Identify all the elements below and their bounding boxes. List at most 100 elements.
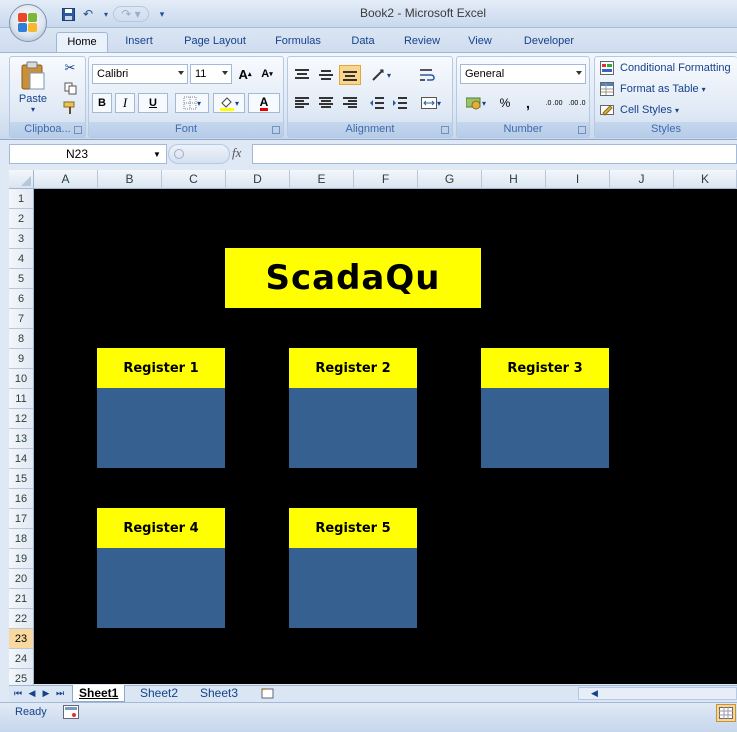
shrink-font-button[interactable]: A ▾: [257, 65, 277, 83]
insert-sheet-button[interactable]: [257, 686, 277, 700]
alignment-launcher-icon[interactable]: [441, 126, 449, 134]
grow-font-button[interactable]: A ▴: [235, 65, 255, 83]
column-header-h[interactable]: H: [482, 170, 546, 189]
fill-color-button[interactable]: ▾: [213, 93, 245, 113]
font-launcher-icon[interactable]: [272, 126, 280, 134]
register-1-panel[interactable]: Register 1: [97, 348, 225, 468]
register-3-body[interactable]: [481, 388, 609, 468]
row-header-1[interactable]: 1: [9, 189, 34, 209]
align-left-icon[interactable]: [291, 93, 313, 113]
first-sheet-icon[interactable]: ⏮: [12, 686, 24, 700]
save-icon[interactable]: [60, 6, 76, 22]
name-box[interactable]: N23: [9, 144, 167, 164]
select-all-button[interactable]: [9, 170, 34, 189]
tab-home[interactable]: Home: [56, 32, 108, 52]
font-size-select[interactable]: 11: [190, 64, 232, 84]
row-header-21[interactable]: 21: [9, 589, 34, 609]
row-header-8[interactable]: 8: [9, 329, 34, 349]
horizontal-scrollbar[interactable]: ◀: [578, 687, 737, 700]
copy-icon[interactable]: [60, 79, 80, 97]
merge-center-icon[interactable]: ▾: [416, 93, 446, 113]
tab-developer[interactable]: Developer: [516, 32, 582, 52]
last-sheet-icon[interactable]: ⏭: [54, 686, 66, 700]
font-name-select[interactable]: Calibri: [92, 64, 188, 84]
sheet-tab-sheet3[interactable]: Sheet3: [194, 685, 244, 702]
register-5-panel[interactable]: Register 5: [289, 508, 417, 628]
row-header-17[interactable]: 17: [9, 509, 34, 529]
format-painter-icon[interactable]: [60, 99, 80, 117]
borders-button[interactable]: ▾: [175, 93, 209, 113]
tab-view[interactable]: View: [462, 32, 498, 52]
wrap-text-icon[interactable]: [416, 65, 438, 85]
column-header-d[interactable]: D: [226, 170, 290, 189]
orientation-icon[interactable]: ▾: [366, 65, 396, 85]
cut-icon[interactable]: ✂: [60, 59, 80, 77]
column-header-j[interactable]: J: [610, 170, 674, 189]
number-format-select[interactable]: General: [460, 64, 586, 84]
align-middle-icon[interactable]: [315, 65, 337, 85]
align-top-icon[interactable]: [291, 65, 313, 85]
column-header-k[interactable]: K: [674, 170, 737, 189]
bold-button[interactable]: B: [92, 93, 112, 113]
row-header-11[interactable]: 11: [9, 389, 34, 409]
tab-insert[interactable]: Insert: [118, 32, 160, 52]
row-header-14[interactable]: 14: [9, 449, 34, 469]
font-color-button[interactable]: A: [248, 93, 280, 113]
row-header-18[interactable]: 18: [9, 529, 34, 549]
redo-icon[interactable]: ↷ ▾: [113, 6, 149, 22]
row-header-7[interactable]: 7: [9, 309, 34, 329]
cell-styles-button[interactable]: Cell Styles ▾: [599, 101, 709, 119]
format-as-table-button[interactable]: Format as Table ▾: [599, 80, 729, 98]
row-header-19[interactable]: 19: [9, 549, 34, 569]
insert-function-button[interactable]: fx: [232, 145, 252, 163]
number-launcher-icon[interactable]: [578, 126, 586, 134]
row-header-6[interactable]: 6: [9, 289, 34, 309]
customize-quick-access-icon[interactable]: ▾: [154, 6, 170, 22]
column-header-b[interactable]: B: [98, 170, 162, 189]
register-1-body[interactable]: [97, 388, 225, 468]
row-header-3[interactable]: 3: [9, 229, 34, 249]
name-box-dropdown-icon[interactable]: ▼: [153, 150, 161, 159]
normal-view-icon[interactable]: [716, 704, 736, 722]
row-header-13[interactable]: 13: [9, 429, 34, 449]
italic-button[interactable]: I: [115, 93, 135, 113]
register-3-panel[interactable]: Register 3: [481, 348, 609, 468]
formula-input[interactable]: [252, 144, 737, 164]
row-header-20[interactable]: 20: [9, 569, 34, 589]
align-right-icon[interactable]: [339, 93, 361, 113]
align-center-icon[interactable]: [315, 93, 337, 113]
tab-page-layout[interactable]: Page Layout: [178, 32, 252, 52]
align-bottom-icon[interactable]: [339, 65, 361, 85]
row-header-23[interactable]: 23: [9, 629, 34, 649]
sheet-tab-sheet2[interactable]: Sheet2: [134, 685, 184, 702]
scroll-left-icon[interactable]: ◀: [591, 688, 598, 699]
increase-decimal-button[interactable]: .0 .00: [543, 93, 565, 113]
undo-icon[interactable]: ↶: [80, 6, 96, 22]
register-5-body[interactable]: [289, 548, 417, 628]
sheet-tab-sheet1[interactable]: Sheet1: [72, 685, 126, 702]
column-header-a[interactable]: A: [34, 170, 98, 189]
percent-style-button[interactable]: %: [495, 93, 515, 113]
register-4-body[interactable]: [97, 548, 225, 628]
tab-review[interactable]: Review: [398, 32, 446, 52]
row-header-12[interactable]: 12: [9, 409, 34, 429]
row-header-22[interactable]: 22: [9, 609, 34, 629]
row-header-5[interactable]: 5: [9, 269, 34, 289]
underline-button[interactable]: U: [138, 93, 168, 113]
prev-sheet-icon[interactable]: ◀: [26, 686, 38, 700]
row-header-16[interactable]: 16: [9, 489, 34, 509]
tab-data[interactable]: Data: [344, 32, 382, 52]
column-header-i[interactable]: I: [546, 170, 610, 189]
column-header-e[interactable]: E: [290, 170, 354, 189]
macro-record-icon[interactable]: [63, 705, 79, 719]
clipboard-launcher-icon[interactable]: [74, 126, 82, 134]
office-button[interactable]: [9, 4, 47, 42]
row-header-2[interactable]: 2: [9, 209, 34, 229]
increase-indent-icon[interactable]: [389, 93, 411, 113]
register-2-panel[interactable]: Register 2: [289, 348, 417, 468]
column-header-g[interactable]: G: [418, 170, 482, 189]
register-2-body[interactable]: [289, 388, 417, 468]
register-4-panel[interactable]: Register 4: [97, 508, 225, 628]
row-header-15[interactable]: 15: [9, 469, 34, 489]
column-header-f[interactable]: F: [354, 170, 418, 189]
